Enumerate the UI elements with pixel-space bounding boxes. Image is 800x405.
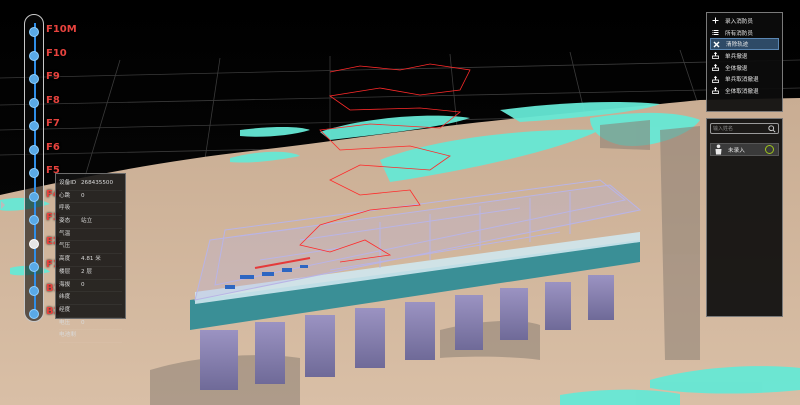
menu-item-label: 清除轨迹 <box>726 42 749 49</box>
info-row-value <box>81 292 122 304</box>
plus-icon <box>712 17 719 24</box>
info-row-value <box>81 241 122 253</box>
menu-item-3[interactable]: 清除轨迹 <box>710 38 779 51</box>
floor-label-f10[interactable]: F10 <box>46 48 67 59</box>
search-icon[interactable] <box>768 125 776 133</box>
info-row: 呼吸 <box>59 203 122 217</box>
info-row-value: 2 层 <box>81 268 92 275</box>
floor-label-f8[interactable]: F8 <box>46 95 60 106</box>
info-row-key: 呼吸 <box>59 205 71 212</box>
info-row: 纬度 <box>59 292 122 305</box>
exit-icon <box>712 87 719 95</box>
floor-dot-f10m[interactable] <box>29 27 39 37</box>
menu-item-label: 全体撤退 <box>725 65 748 72</box>
command-menu: 录入消防员所有消防员清除轨迹单兵撤退全体撤退单兵取消撤退 全体取消撤退 <box>706 12 783 112</box>
exit-icon <box>712 64 719 71</box>
floor-dot-f4[interactable] <box>29 191 39 202</box>
info-row-key: 气压 <box>59 243 71 250</box>
info-row-key: 姿态 <box>59 218 71 225</box>
info-row-key: 气温 <box>59 230 71 237</box>
info-row-value: 站立 <box>81 218 93 225</box>
floor-dot-b1[interactable] <box>29 285 39 296</box>
info-row-key: 经度 <box>59 306 71 313</box>
info-row-value <box>81 203 122 215</box>
menu-item-label: 录入消防员 <box>725 18 753 25</box>
info-row: 经度 <box>59 305 122 318</box>
info-row-key: 高度 <box>59 256 71 263</box>
search-box <box>710 123 779 134</box>
floor-dot-f10[interactable] <box>29 50 39 61</box>
info-row: 海拔 0 <box>59 280 122 293</box>
exit-icon <box>712 52 719 60</box>
floor-dot-b2[interactable] <box>29 309 39 319</box>
info-row-value: 268435500 <box>81 180 114 186</box>
floor-dot-e2[interactable] <box>29 238 39 249</box>
person-list-item[interactable]: 未录入 <box>710 143 779 156</box>
info-row-value: 4.81 米 <box>81 256 101 263</box>
search-input[interactable] <box>713 124 769 133</box>
floor-label-f9[interactable]: F9 <box>46 71 60 82</box>
floor-label-f7[interactable]: F7 <box>46 118 60 129</box>
floor-dot-f7[interactable] <box>29 121 39 131</box>
info-row-key: 海拔 <box>59 281 71 288</box>
person-icon <box>715 144 722 155</box>
menu-item-2[interactable]: 所有消防员 <box>710 27 779 39</box>
menu-item-label: 单兵撤退 <box>725 53 748 60</box>
person-status-label: 未录入 <box>728 147 745 154</box>
close-icon <box>713 41 720 48</box>
device-info-panel: 设备ID 268435500 心跳 0 呼吸姿态 站立气温气压高度 4.81 米楼层 2 层海… <box>55 173 126 343</box>
floor-dot-f3[interactable] <box>29 215 39 225</box>
info-row-key: 纬度 <box>59 294 71 301</box>
exit-icon <box>712 75 719 83</box>
info-row-value <box>81 305 122 317</box>
floor-dot-f8[interactable] <box>29 97 39 108</box>
floor-label-f10m[interactable]: F10M <box>46 24 77 35</box>
info-row-key: 电池剩 <box>59 332 76 339</box>
floor-label-f6[interactable]: F6 <box>46 142 60 153</box>
personnel-panel: 未录入 <box>706 118 783 317</box>
info-row: 电池剩 <box>59 330 122 343</box>
info-row: 姿态 站立 <box>59 216 122 229</box>
info-row: 气压 <box>59 241 122 255</box>
menu-item-6[interactable]: 单兵取消撤退 <box>710 73 779 85</box>
status-ring-icon <box>765 145 774 154</box>
expand-arrow-icon[interactable] <box>0 200 6 210</box>
menu-item-4[interactable]: 单兵撤退 <box>710 50 779 62</box>
info-row-value <box>81 229 122 241</box>
menu-item-label: 所有消防员 <box>725 30 753 37</box>
menu-item-5[interactable]: 全体撤退 <box>710 62 779 74</box>
info-row: 电压 0 <box>59 318 122 331</box>
info-row: 楼层 2 层 <box>59 267 122 280</box>
floor-dot-f5[interactable] <box>29 168 39 178</box>
info-row: 设备ID 268435500 <box>59 178 122 191</box>
info-row-value: 0 <box>81 192 85 199</box>
info-row: 心跳 0 <box>59 191 122 204</box>
floor-dot-f9[interactable] <box>29 74 39 84</box>
info-row: 高度 4.81 米 <box>59 254 122 267</box>
floor-slider[interactable] <box>24 14 44 322</box>
info-row-value <box>81 330 122 342</box>
menu-item-7[interactable]: 全体取消撤退 <box>710 85 779 97</box>
floor-dot-f6[interactable] <box>29 144 39 155</box>
info-row-value: 0 <box>81 319 85 326</box>
menu-item-label: 单兵取消撤退 <box>725 77 759 84</box>
info-row-value: 0 <box>81 281 85 288</box>
info-row: 气温 <box>59 229 122 242</box>
menu-item-1[interactable]: 录入消防员 <box>710 15 779 27</box>
info-row-key: 楼层 <box>59 268 71 275</box>
info-row-key: 心跳 <box>59 192 71 199</box>
menu-item-label: 全体取消撤退 <box>725 88 759 95</box>
info-row-key: 设备ID <box>59 180 77 186</box>
info-row-key: 电压 <box>59 319 71 326</box>
floor-dot-f1[interactable] <box>29 262 39 272</box>
list-icon <box>712 29 719 36</box>
